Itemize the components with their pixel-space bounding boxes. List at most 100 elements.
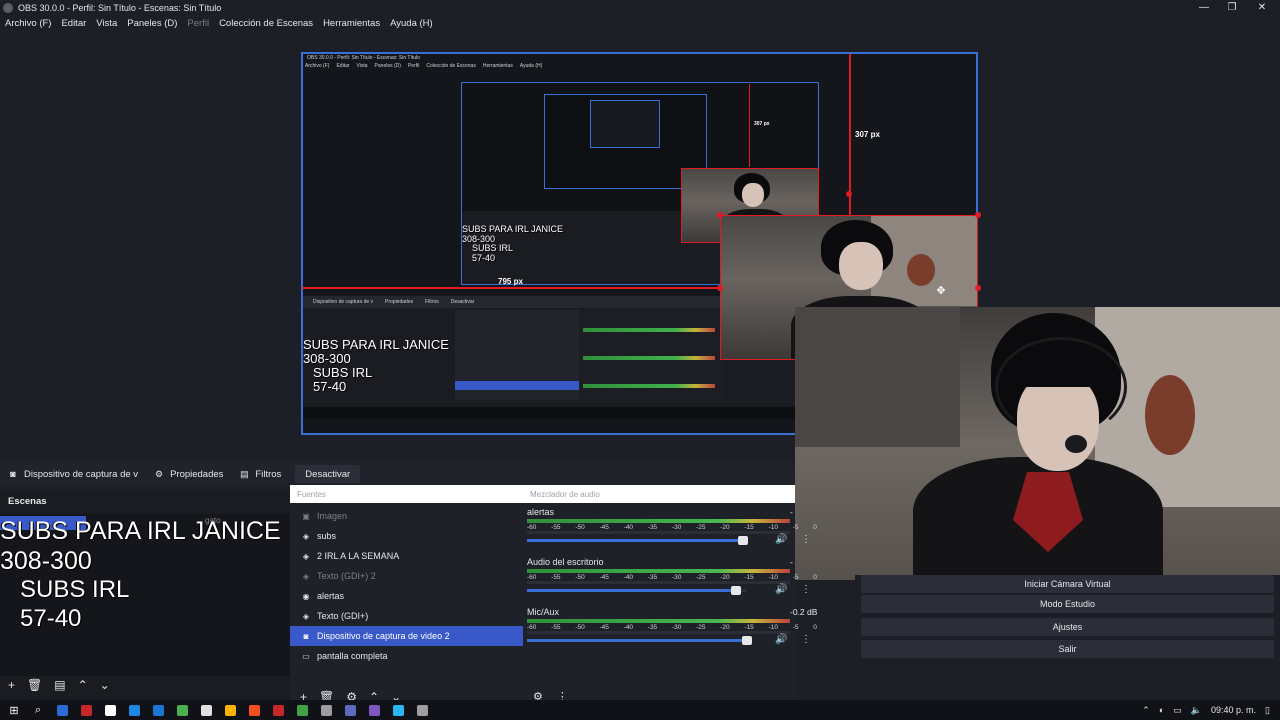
deactivate-button[interactable]: Desactivar [295,465,361,483]
taskbar-app-icon[interactable] [388,700,408,720]
filters-button[interactable]: ▤ Filtros [231,463,289,485]
taskbar-app-icon[interactable] [292,700,312,720]
nested-menu-item: Vista [356,63,368,69]
notifications-icon[interactable]: ▯ [1265,705,1270,716]
meter-tick: -35 [647,524,658,531]
windows-taskbar: ⊞ ⌕ ⌃ ◐ ▭ 🔈 09:40 p. m. ▯ [0,700,1280,720]
volume-slider-knob[interactable] [742,636,752,645]
taskbar-app-icon[interactable] [124,700,144,720]
clock[interactable]: 09:40 p. m. [1211,705,1256,715]
meter-tick: -5 [792,524,799,531]
nested-menu-bar: Archivo (F) Editar Vista Paneles (D) Per… [303,63,976,69]
menu-paneles[interactable]: Paneles (D) [127,18,177,29]
meter-tick: 0 [813,524,817,531]
menu-editar[interactable]: Editar [61,18,86,29]
browser-icon: ◉ [302,591,310,601]
monitor-icon[interactable]: ▭ [1173,705,1182,716]
menu-ayuda[interactable]: Ayuda (H) [390,18,433,29]
taskbar-app-icon[interactable] [340,700,360,720]
volume-slider-knob[interactable] [737,536,748,545]
volume-slider[interactable] [527,536,748,545]
virtual-camera-button[interactable]: Iniciar Cámara Virtual [861,575,1274,593]
transform-handle[interactable] [717,285,723,291]
source-name-display: ◙ Dispositivo de captura de v [0,463,146,485]
source-item[interactable]: ▣ Imagen [290,506,523,526]
properties-button[interactable]: ⚙ Propiedades [146,463,231,485]
source-item[interactable]: ▭ pantalla completa [290,646,523,666]
volume-slider-fill [527,539,743,542]
monitor-icon: ▭ [302,651,310,661]
meter-tick: -10 [768,574,778,581]
volume-slider-fill [527,589,736,592]
mixer-channel-db: - [790,557,793,567]
source-item[interactable]: ◈ Texto (GDI+) 2 [290,566,523,586]
network-icon[interactable]: ◐ [1159,705,1164,715]
taskbar-app-icon[interactable] [100,700,120,720]
taskbar-app-icon[interactable] [268,700,288,720]
chevron-up-icon[interactable]: ⌃ [1142,705,1150,716]
chevron-up-icon[interactable]: ⌃ [78,678,88,692]
app-glyph [392,704,404,716]
settings-button[interactable]: Ajustes [861,618,1274,636]
speaker-icon[interactable]: 🔊 [775,634,787,645]
taskbar-app-icon[interactable] [244,700,264,720]
meter-tick: -30 [671,524,682,531]
restore-button[interactable]: ❐ [1216,0,1248,15]
taskbar-app-icon[interactable] [196,700,216,720]
audio-icon: ◈ [302,551,310,561]
menu-archivo[interactable]: Archivo (F) [5,18,51,29]
volume-meter [527,569,790,573]
menu-perfil[interactable]: Perfil [187,18,209,29]
studio-mode-button[interactable]: Modo Estudio [861,595,1274,613]
nested-meter [583,384,715,388]
transform-handle[interactable] [975,285,981,291]
taskbar-app-icon[interactable] [52,700,72,720]
app-glyph [248,704,260,716]
source-item[interactable]: ◉ alertas [290,586,523,606]
taskbar-app-icon[interactable] [172,700,192,720]
taskbar-app-icon[interactable] [364,700,384,720]
source-item[interactable]: ◈ Texto (GDI+) [290,606,523,626]
taskbar-app-icon[interactable] [412,700,432,720]
taskbar-app-icon[interactable] [220,700,240,720]
close-button[interactable]: ✕ [1246,0,1278,15]
speaker-icon[interactable]: 🔊 [775,534,787,545]
meter-tick: -60 [527,574,537,581]
volume-slider-knob[interactable] [731,586,741,595]
transform-handle[interactable] [717,212,723,218]
source-item[interactable]: ◈ subs [290,526,523,546]
meter-tick: 0 [813,624,817,631]
chevron-down-icon[interactable]: ⌄ [100,678,110,692]
app-glyph [176,704,188,716]
exit-button[interactable]: Salir [861,640,1274,658]
menu-herramientas[interactable]: Herramientas [323,18,380,29]
menu-vista[interactable]: Vista [96,18,117,29]
meter-scale: -60 -55 -50 -45 -40 -35 -30 -25 -20 -15 -10 -5 0 [527,574,817,581]
source-item[interactable]: ◙ Dispositivo de captura de video 2 [290,626,523,646]
trash-icon[interactable]: 🗑 [27,678,42,692]
search-icon[interactable]: ⌕ [28,700,48,720]
channel-menu-icon[interactable]: ⋮ [801,634,811,645]
channel-menu-icon[interactable]: ⋮ [801,584,811,595]
filter-icon[interactable]: ▤ [54,678,65,692]
taskbar-app-icon[interactable] [148,700,168,720]
start-button[interactable]: ⊞ [4,700,24,720]
menu-coleccion-escenas[interactable]: Colección de Escenas [219,18,313,29]
volume-slider[interactable] [527,636,752,645]
transform-handle[interactable] [846,191,852,197]
add-scene-button[interactable]: + [8,678,15,692]
app-glyph [416,704,428,716]
transform-handle[interactable] [975,212,981,218]
volume-icon[interactable]: 🔈 [1191,705,1202,716]
meter-tick: -50 [575,524,585,531]
speaker-icon[interactable]: 🔊 [775,584,787,595]
meter-tick: -60 [527,524,537,531]
channel-menu-icon[interactable]: ⋮ [801,534,811,545]
taskbar-app-icon[interactable] [76,700,96,720]
mixer-channel-name: Audio del escritorio [527,557,604,567]
meter-tick: -50 [575,624,585,631]
source-item-label: Texto (GDI+) [317,611,369,621]
taskbar-app-icon[interactable] [316,700,336,720]
source-item[interactable]: ◈ 2 IRL A LA SEMANA [290,546,523,566]
volume-slider[interactable] [527,586,747,595]
